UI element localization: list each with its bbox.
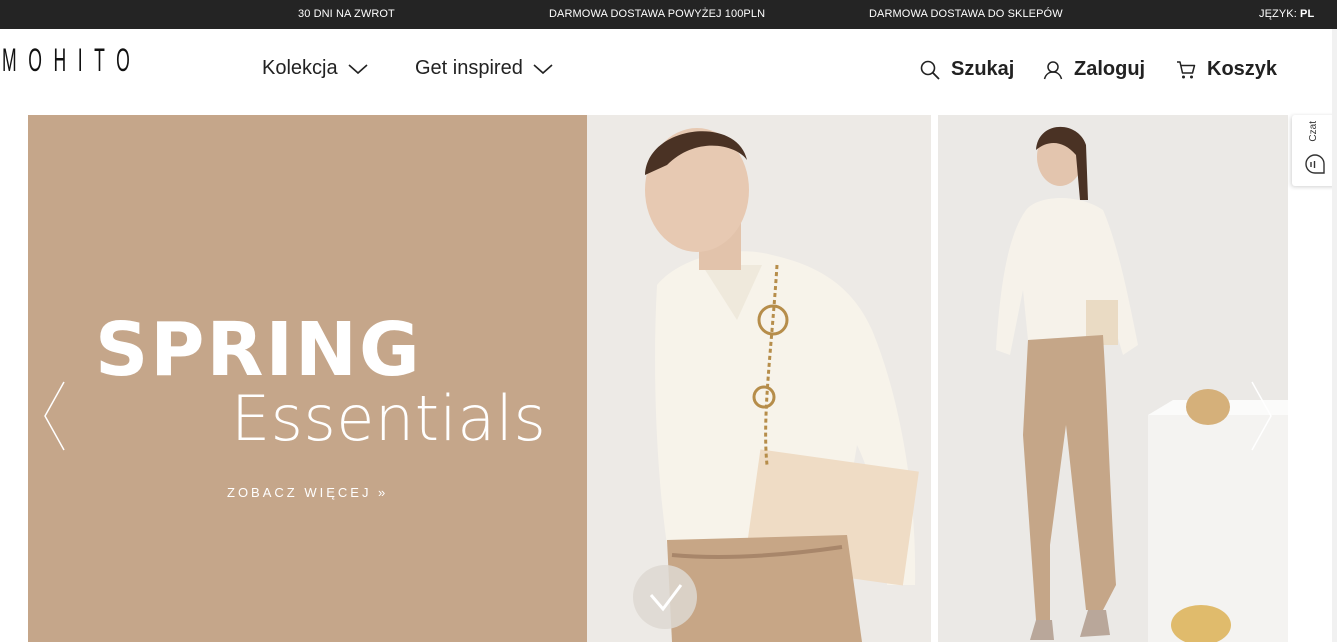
page-scrollbar[interactable] — [1332, 29, 1337, 642]
nav-kolekcja[interactable]: Kolekcja — [262, 57, 368, 80]
chat-icon — [1305, 154, 1325, 174]
search-icon — [920, 60, 940, 80]
cart-button[interactable]: Koszyk — [1175, 58, 1277, 81]
hero-banner[interactable]: SPRING Essentials ZOBACZ WIĘCEJ » — [28, 115, 1288, 642]
cart-icon — [1177, 60, 1196, 78]
model-portrait-illustration — [587, 115, 931, 642]
store-delivery-info: DARMOWA DOSTAWA DO SKLEPÓW — [869, 8, 1063, 20]
hero-subheadline: Essentials — [231, 382, 547, 455]
hero-photo-model-full — [938, 115, 1288, 642]
search-label: Szukaj — [951, 58, 1015, 80]
language-value: PL — [1300, 8, 1315, 20]
nav-get-inspired[interactable]: Get inspired — [415, 57, 553, 80]
search-button[interactable]: Szukaj — [919, 58, 1014, 81]
hero-photo-model-portrait — [587, 115, 931, 642]
model-full-illustration — [938, 115, 1288, 642]
carousel-prev-arrow[interactable] — [42, 380, 68, 452]
top-info-bar: 30 DNI NA ZWROT DARMOWA DOSTAWA POWYŻEJ … — [0, 0, 1337, 29]
cart-label: Koszyk — [1207, 58, 1278, 80]
chat-label: Czat — [1308, 121, 1319, 142]
free-delivery-info: DARMOWA DOSTAWA POWYŻEJ 100PLN — [549, 8, 766, 20]
user-icon — [1043, 60, 1063, 79]
hero-text-panel: SPRING Essentials ZOBACZ WIĘCEJ » — [28, 115, 587, 642]
returns-info: 30 DNI NA ZWROT — [298, 8, 395, 20]
hero-headline: SPRING — [95, 307, 422, 393]
login-button[interactable]: Zaloguj — [1042, 58, 1145, 81]
chevron-down-icon — [533, 63, 553, 74]
nav-kolekcja-label: Kolekcja — [262, 57, 338, 79]
see-more-link[interactable]: ZOBACZ WIĘCEJ » — [227, 485, 388, 500]
login-label: Zaloguj — [1074, 58, 1146, 80]
panel-divider — [931, 115, 938, 642]
site-header: MOHITO Kolekcja Get inspired Szukaj Zalo… — [0, 29, 1337, 115]
chat-widget-button[interactable]: Czat — [1292, 115, 1337, 186]
chevron-down-icon — [348, 63, 368, 74]
language-switcher[interactable]: JĘZYK: PL — [1259, 8, 1314, 20]
language-label: JĘZYK: — [1259, 8, 1297, 20]
logo[interactable]: MOHITO — [2, 42, 141, 79]
carousel-next-arrow[interactable] — [1248, 380, 1274, 452]
nav-get-inspired-label: Get inspired — [415, 57, 523, 79]
